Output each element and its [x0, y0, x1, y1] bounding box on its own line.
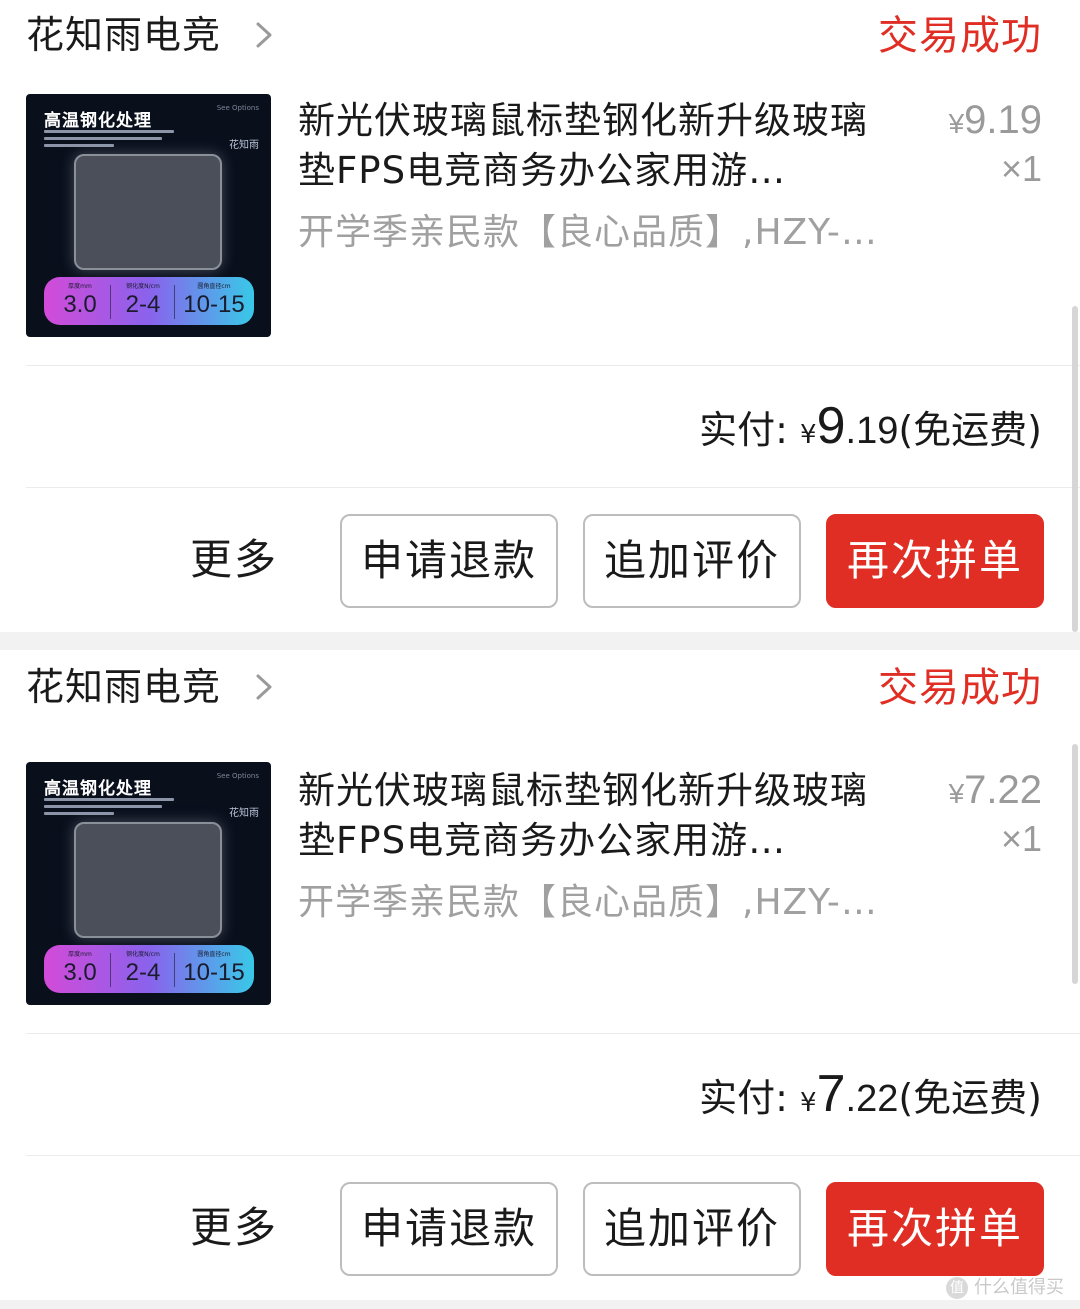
order-status: 交易成功 — [878, 665, 1042, 711]
product-variant: 开学季亲民款【良心品质】,HZY-… — [298, 212, 878, 253]
paid-amount-int: 7 — [816, 1065, 846, 1123]
spec-badge: 厚度mm 3.0 钢化度N/cm 2-4 圆角直径cm 10-15 — [44, 945, 254, 993]
paid-amount-dec: .19 — [845, 410, 899, 452]
chevron-right-icon[interactable] — [250, 18, 280, 52]
divider — [26, 1155, 1080, 1156]
thumb-options-text: See Options — [216, 104, 259, 112]
paid-amount-dec: .22 — [845, 1078, 899, 1120]
thumb-title: 高温钢化处理 — [44, 779, 152, 799]
spec-thickness: 厚度mm 3.0 — [63, 951, 97, 986]
spec-divider — [110, 285, 111, 319]
store-row[interactable]: 花知雨电竞 交易成功 — [0, 650, 1080, 734]
store-row[interactable]: 花知雨电竞 交易成功 — [0, 0, 1080, 82]
shipping-note: (免运费) — [898, 1076, 1042, 1120]
paid-total: 实付: ¥7.22(免运费) — [699, 1064, 1042, 1133]
quantity: ×1 — [1000, 148, 1042, 189]
unit-price: ¥7.22 — [948, 768, 1042, 812]
store-name[interactable]: 花知雨电竞 — [26, 662, 221, 712]
currency-symbol: ¥ — [800, 1088, 817, 1118]
mousepad-image — [74, 822, 222, 938]
spec-badge: 厚度mm 3.0 钢化度N/cm 2-4 圆角直径cm 10-15 — [44, 277, 254, 325]
paid-label: 实付: — [699, 408, 801, 452]
order-card: 花知雨电竞 交易成功 高温钢化处理 See Options 花知雨 厚度mm 3.… — [0, 650, 1080, 1300]
product-title[interactable]: 新光伏玻璃鼠标垫钢化新升级玻璃垫FPS电竞商务办公家用游… — [298, 766, 898, 866]
more-button[interactable]: 更多 — [190, 1183, 278, 1273]
product-thumbnail[interactable]: 高温钢化处理 See Options 花知雨 厚度mm 3.0 钢化度N/cm 2-… — [26, 762, 271, 1005]
paid-label: 实付: — [699, 1076, 801, 1120]
spec-thickness: 厚度mm 3.0 — [63, 283, 97, 318]
spec-divider — [174, 953, 175, 987]
store-name[interactable]: 花知雨电竞 — [26, 10, 221, 60]
more-button[interactable]: 更多 — [190, 515, 278, 605]
product-thumbnail[interactable]: 高温钢化处理 See Options 花知雨 厚度mm 3.0 钢化度N/cm 2-… — [26, 94, 271, 337]
watermark-icon: 值 — [946, 1277, 968, 1299]
mousepad-image — [74, 154, 222, 270]
unit-price: ¥9.19 — [948, 98, 1042, 142]
watermark-text: 什么值得买 — [974, 1277, 1064, 1298]
refund-button[interactable]: 申请退款 — [340, 1182, 558, 1276]
product-variant: 开学季亲民款【良心品质】,HZY-… — [298, 882, 878, 923]
scrollbar[interactable] — [1072, 744, 1078, 984]
thumb-brand: 花知雨 — [229, 808, 259, 819]
paid-amount-int: 9 — [816, 397, 846, 455]
spec-divider — [110, 953, 111, 987]
product-title[interactable]: 新光伏玻璃鼠标垫钢化新升级玻璃垫FPS电竞商务办公家用游… — [298, 96, 898, 196]
shipping-note: (免运费) — [898, 408, 1042, 452]
rebuy-button[interactable]: 再次拼单 — [826, 514, 1044, 608]
divider — [26, 1033, 1080, 1034]
refund-button[interactable]: 申请退款 — [340, 514, 558, 608]
spec-strength: 钢化度N/cm 2-4 — [125, 951, 161, 986]
thumb-brand: 花知雨 — [229, 140, 259, 151]
order-status: 交易成功 — [878, 13, 1042, 59]
spec-strength: 钢化度N/cm 2-4 — [125, 283, 161, 318]
scrollbar[interactable] — [1072, 306, 1078, 632]
thumb-title: 高温钢化处理 — [44, 111, 152, 131]
chevron-right-icon[interactable] — [250, 670, 280, 704]
divider — [26, 487, 1080, 488]
add-review-button[interactable]: 追加评价 — [583, 1182, 801, 1276]
spec-radius: 圆角直径cm 10-15 — [183, 951, 245, 986]
divider — [26, 365, 1080, 366]
rebuy-button[interactable]: 再次拼单 — [826, 1182, 1044, 1276]
thumb-subtext — [44, 798, 184, 816]
quantity: ×1 — [1000, 818, 1042, 859]
paid-total: 实付: ¥9.19(免运费) — [699, 396, 1042, 465]
watermark: 值什么值得买 — [946, 1273, 1064, 1299]
add-review-button[interactable]: 追加评价 — [583, 514, 801, 608]
order-card: 花知雨电竞 交易成功 高温钢化处理 See Options 花知雨 厚度mm 3.… — [0, 0, 1080, 632]
thumb-options-text: See Options — [216, 772, 259, 780]
spec-divider — [174, 285, 175, 319]
currency-symbol: ¥ — [800, 420, 817, 450]
thumb-subtext — [44, 130, 184, 148]
spec-radius: 圆角直径cm 10-15 — [183, 283, 245, 318]
